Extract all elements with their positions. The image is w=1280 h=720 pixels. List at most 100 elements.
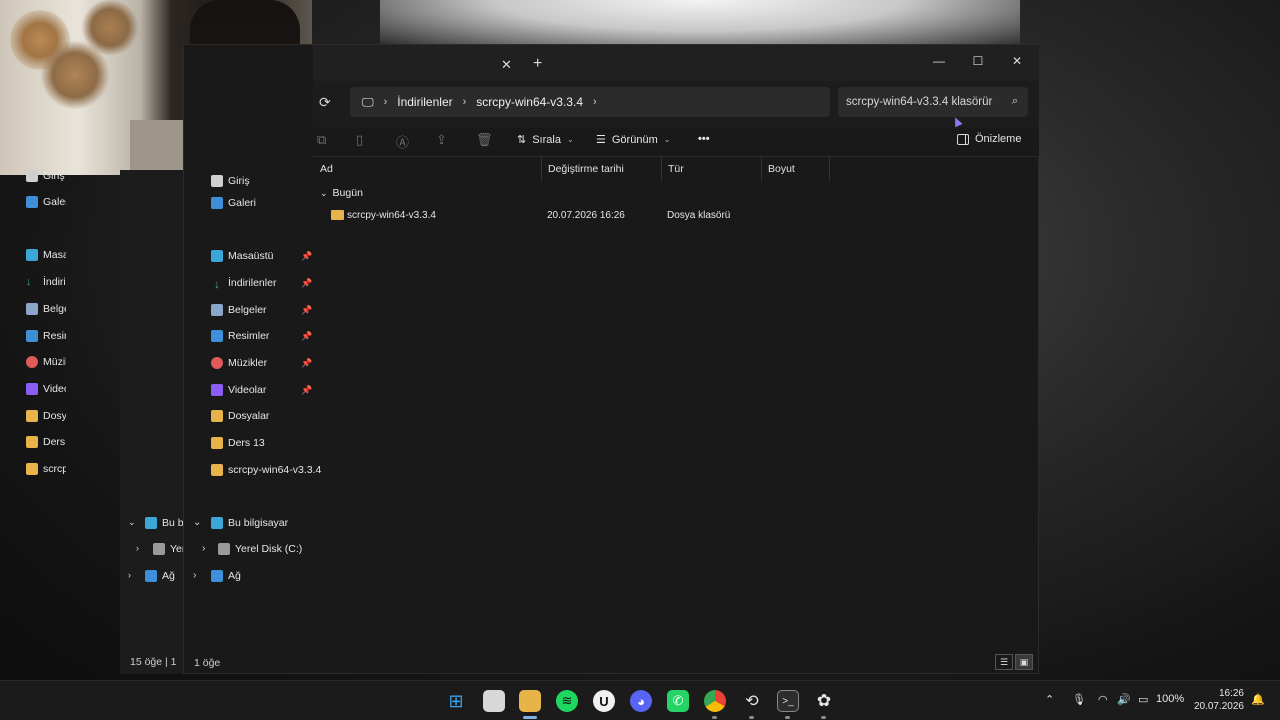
search-input[interactable]: scrcpy-win64-v3.3.4 klasörür ⌕ bbox=[838, 87, 1028, 117]
chrome-icon[interactable] bbox=[704, 690, 726, 712]
pin-icon[interactable]: 📌 bbox=[301, 305, 312, 316]
maximize-button[interactable]: ☐ bbox=[958, 49, 998, 73]
clock[interactable]: 16:26 20.07.2026 bbox=[1190, 687, 1244, 713]
tiles-view-button[interactable]: ▣ bbox=[1015, 654, 1033, 670]
back-nav-item[interactable]: › Ağ bbox=[128, 570, 184, 582]
running-indicator bbox=[785, 716, 790, 719]
close-button[interactable]: ✕ bbox=[997, 49, 1037, 73]
nav-item-this-pc[interactable]: Bu bilgisayar bbox=[211, 517, 288, 529]
pin-icon[interactable]: 📌 bbox=[301, 251, 312, 262]
back-nav-item[interactable]: ⌄Bu bilgisayar bbox=[128, 517, 184, 529]
copy-icon[interactable]: ⧉ bbox=[317, 132, 326, 148]
chevron-right-icon[interactable]: › bbox=[193, 570, 196, 581]
whatsapp-icon[interactable]: ✆ bbox=[667, 690, 689, 712]
back-nav-item[interactable]: Giriş bbox=[26, 170, 66, 182]
back-nav-item[interactable]: Belgeler bbox=[26, 303, 66, 315]
file-name: scrcpy-win64-v3.3.4 bbox=[347, 210, 436, 221]
back-nav-item[interactable]: Resimler bbox=[26, 330, 66, 342]
discord-icon[interactable]: ◕ bbox=[630, 690, 652, 712]
nav-item-videos[interactable]: Videolar bbox=[211, 384, 266, 396]
back-nav-item[interactable]: Dosyalar bbox=[26, 410, 66, 422]
preview-pane-button[interactable]: Önizleme bbox=[957, 133, 1021, 145]
paste-icon[interactable]: ▯ bbox=[356, 132, 363, 148]
documents-icon bbox=[211, 304, 223, 316]
address-bar[interactable]: 🖵 › İndirilenler › scrcpy-win64-v3.3.4 › bbox=[350, 87, 830, 117]
nav-item-folder[interactable]: Ders 13 bbox=[211, 437, 265, 449]
spotify-icon[interactable]: ≋ bbox=[556, 690, 578, 712]
title-bar[interactable]: ✕ + — ☐ ✕ bbox=[313, 45, 1039, 81]
back-nav-item[interactable]: Videolar bbox=[26, 383, 66, 395]
back-nav-item[interactable]: Müzikler bbox=[26, 356, 66, 368]
chevron-right-icon[interactable]: › bbox=[463, 96, 467, 108]
pin-icon[interactable]: 📌 bbox=[301, 358, 312, 369]
background-glow bbox=[380, 0, 1020, 48]
nav-item-local-disk[interactable]: Yerel Disk (C:) bbox=[218, 543, 302, 555]
minimize-button[interactable]: — bbox=[919, 49, 959, 73]
nav-item-folder[interactable]: scrcpy-win64-v3.3.4 bbox=[211, 464, 321, 476]
back-nav-item[interactable]: scrcpy bbox=[26, 463, 66, 475]
notification-icon[interactable]: 🔔 bbox=[1251, 693, 1265, 706]
file-explorer-icon[interactable] bbox=[519, 690, 541, 712]
file-explorer-window[interactable]: ✕ + — ☐ ✕ ⟳ 🖵 › İndirilenler › scrcpy-wi… bbox=[183, 44, 1039, 674]
more-options-button[interactable]: ••• bbox=[698, 133, 710, 145]
computer-icon[interactable]: 🖵 bbox=[362, 95, 374, 110]
close-tab-icon[interactable]: ✕ bbox=[501, 57, 512, 73]
wifi-icon[interactable]: ◠ bbox=[1098, 693, 1108, 706]
back-nav-item[interactable]: Galeri bbox=[26, 196, 66, 208]
nav-item-folder[interactable]: Dosyalar bbox=[211, 410, 269, 422]
sort-button[interactable]: ⇅ Sırala ⌄ bbox=[517, 133, 574, 147]
back-nav-item[interactable]: Ders 13 bbox=[26, 436, 66, 448]
rename-icon[interactable]: Ⓐ bbox=[396, 132, 409, 151]
back-nav-item[interactable]: Masaüstü bbox=[26, 249, 66, 261]
breadcrumb-current-folder[interactable]: scrcpy-win64-v3.3.4 bbox=[476, 95, 583, 109]
active-indicator bbox=[523, 716, 537, 719]
chevron-up-icon[interactable]: ⌃ bbox=[1045, 693, 1054, 706]
background-explorer-window[interactable] bbox=[120, 170, 190, 674]
new-tab-button[interactable]: + bbox=[533, 55, 542, 73]
group-header[interactable]: ⌄ Bugün bbox=[320, 187, 363, 199]
chatgpt-icon[interactable]: ✿ bbox=[813, 690, 835, 712]
unreal-engine-icon[interactable]: U bbox=[593, 690, 615, 712]
nav-item-music[interactable]: Müzikler bbox=[211, 357, 267, 369]
nav-item-downloads[interactable]: ↓ İndirilenler bbox=[211, 277, 276, 291]
chevron-right-icon[interactable]: › bbox=[202, 543, 205, 554]
volume-icon[interactable]: 🔊 bbox=[1117, 693, 1131, 706]
chevron-right-icon[interactable]: › bbox=[384, 96, 388, 108]
table-row[interactable]: scrcpy-win64-v3.3.4 20.07.2026 16:26 Dos… bbox=[314, 207, 1034, 225]
back-nav-item[interactable]: ›Yerel Disk (C:) bbox=[136, 543, 184, 555]
view-button[interactable]: ☰ Görünüm ⌄ bbox=[596, 133, 670, 147]
task-view-icon[interactable] bbox=[483, 690, 505, 712]
nav-item-home[interactable]: Giriş bbox=[211, 175, 250, 187]
nav-item-network[interactable]: Ağ bbox=[211, 570, 241, 582]
start-icon[interactable]: ⊞ bbox=[445, 690, 467, 712]
nav-item-documents[interactable]: Belgeler bbox=[211, 304, 267, 316]
share-icon[interactable]: ⇪ bbox=[436, 132, 447, 148]
pin-icon[interactable]: 📌 bbox=[301, 385, 312, 396]
nav-item-gallery[interactable]: Galeri bbox=[211, 197, 256, 209]
app-icon[interactable]: ⟲ bbox=[741, 690, 763, 712]
command-bar: ⧉ ▯ Ⓐ ⇪ 🗑 ⇅ Sırala ⌄ ☰ Görünüm ⌄ ••• Öni… bbox=[313, 127, 1039, 157]
chevron-right-icon[interactable]: › bbox=[593, 96, 597, 108]
nav-item-pictures[interactable]: Resimler bbox=[211, 330, 269, 342]
back-nav-item[interactable]: ↓İndirilenler bbox=[26, 276, 66, 288]
running-indicator bbox=[749, 716, 754, 719]
column-header-modified[interactable]: Değiştirme tarihi bbox=[542, 157, 662, 181]
nav-item-desktop[interactable]: Masaüstü bbox=[211, 250, 274, 262]
breadcrumb-downloads[interactable]: İndirilenler bbox=[397, 95, 452, 109]
search-icon[interactable]: ⌕ bbox=[1012, 95, 1018, 108]
pin-icon[interactable]: 📌 bbox=[301, 331, 312, 342]
file-list[interactable]: Ad Değiştirme tarihi Tür Boyut ⌄ Bugün s… bbox=[314, 157, 1039, 652]
terminal-icon[interactable]: >_ bbox=[777, 690, 799, 712]
column-header-type[interactable]: Tür bbox=[662, 157, 762, 181]
pin-icon[interactable]: 📌 bbox=[301, 278, 312, 289]
battery-icon[interactable]: ▭ bbox=[1138, 693, 1148, 706]
delete-icon[interactable]: 🗑 bbox=[476, 132, 493, 148]
refresh-icon[interactable]: ⟳ bbox=[319, 94, 331, 111]
folder-icon bbox=[211, 464, 223, 476]
microphone-icon[interactable]: 🎙 bbox=[1072, 693, 1086, 706]
column-header-name[interactable]: Ad bbox=[314, 157, 542, 181]
folder-icon bbox=[211, 410, 223, 422]
details-view-button[interactable]: ☰ bbox=[995, 654, 1013, 670]
column-header-size[interactable]: Boyut bbox=[762, 157, 830, 181]
chevron-down-icon[interactable]: ⌄ bbox=[193, 517, 201, 528]
